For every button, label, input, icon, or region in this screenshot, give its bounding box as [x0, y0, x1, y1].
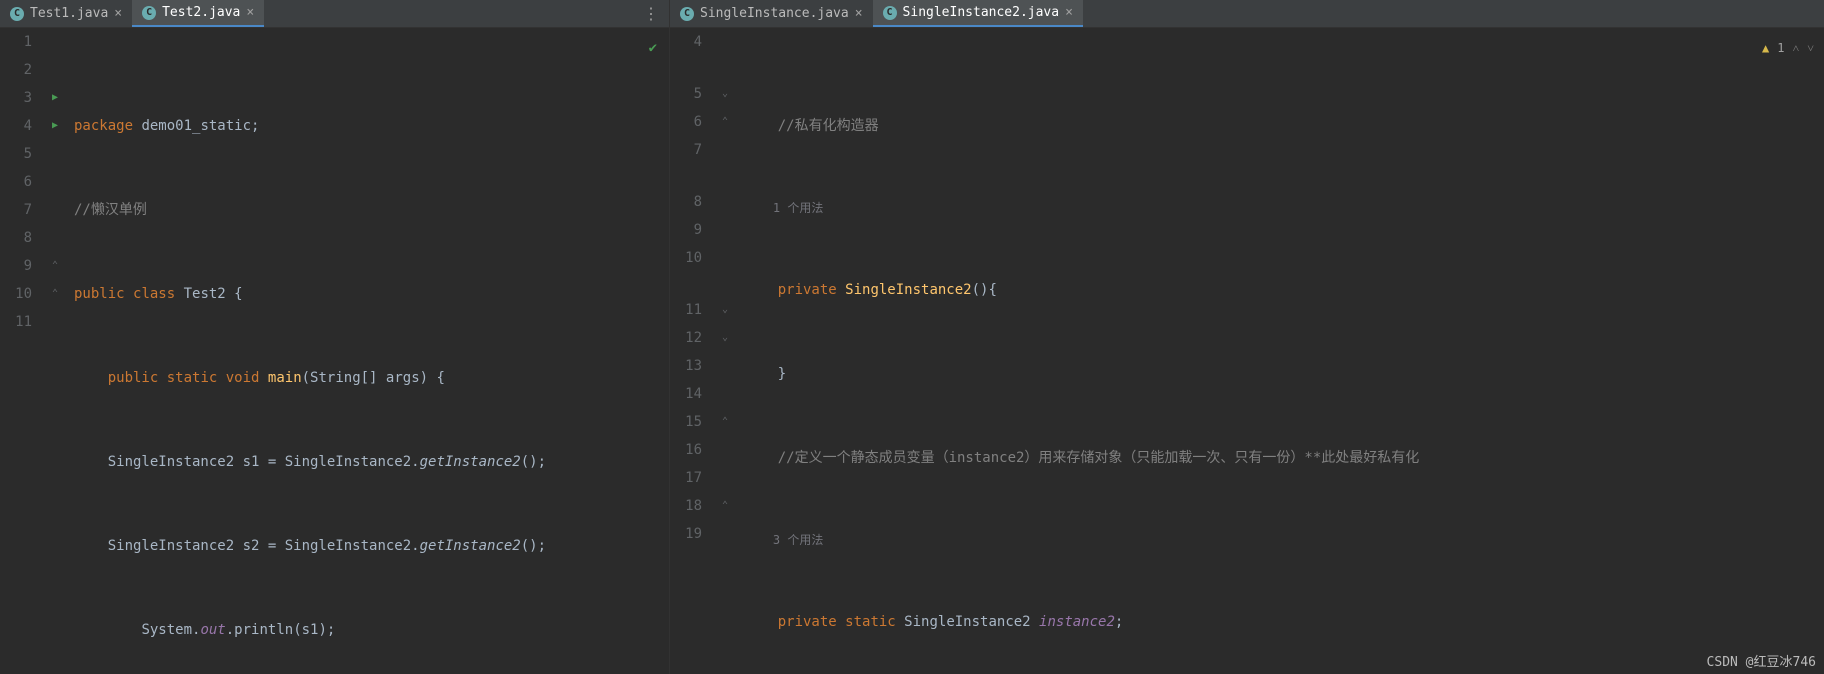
fold-icon[interactable]: ⌃: [710, 108, 740, 136]
more-icon[interactable]: ⋮: [633, 4, 669, 23]
tab-singleinstance2[interactable]: C SingleInstance2.java ×: [873, 0, 1083, 27]
java-class-icon: C: [142, 6, 156, 20]
run-gutter: ▶ ▶ ⌃ ⌃: [40, 28, 70, 674]
close-icon[interactable]: ×: [1065, 5, 1073, 20]
run-icon[interactable]: ▶: [52, 84, 58, 112]
tab-test2[interactable]: C Test2.java ×: [132, 0, 264, 27]
usage-hint[interactable]: 3 个用法: [740, 528, 1824, 552]
watermark: CSDN @红豆冰746: [1707, 651, 1816, 670]
line-gutter: 1234567891011: [0, 28, 40, 674]
inspection-widget[interactable]: ▲ 1 ˄ ˅: [1762, 34, 1814, 62]
run-icon[interactable]: ▶: [52, 112, 58, 140]
tab-test1[interactable]: C Test1.java ×: [0, 0, 132, 27]
tab-label: SingleInstance2.java: [903, 5, 1060, 20]
tab-singleinstance[interactable]: C SingleInstance.java ×: [670, 0, 873, 27]
tab-label: Test2.java: [162, 5, 240, 20]
tab-label: Test1.java: [30, 6, 108, 21]
java-class-icon: C: [883, 6, 897, 20]
warning-count: 1: [1777, 34, 1784, 62]
check-icon: ✔: [649, 34, 657, 62]
tabs-left: C Test1.java × C Test2.java × ⋮: [0, 0, 669, 28]
tab-label: SingleInstance.java: [700, 6, 849, 21]
fold-icon[interactable]: ⌄: [710, 80, 740, 108]
line-gutter: 4 567 8910 111213141516171819: [670, 28, 710, 674]
fold-icon[interactable]: ⌄: [710, 324, 740, 352]
fold-icon[interactable]: ⌃: [710, 492, 740, 520]
code-area-right[interactable]: ▲ 1 ˄ ˅ //私有化构造器 1 个用法 private SingleIns…: [740, 28, 1824, 674]
fold-icon[interactable]: ⌃: [40, 252, 70, 280]
close-icon[interactable]: ×: [114, 6, 122, 21]
java-class-icon: C: [10, 7, 24, 21]
editor-body-right[interactable]: 4 567 8910 111213141516171819 ⌄ ⌃ ⌄ ⌄ ⌃ …: [670, 28, 1824, 674]
usage-hint[interactable]: 1 个用法: [740, 196, 1824, 220]
close-icon[interactable]: ×: [855, 6, 863, 21]
close-icon[interactable]: ×: [246, 5, 254, 20]
fold-gutter: ⌄ ⌃ ⌄ ⌄ ⌃ ⌃: [710, 28, 740, 674]
editor-body-left[interactable]: 1234567891011 ▶ ▶ ⌃ ⌃ ✔ package demo01_s…: [0, 28, 669, 674]
code-area-left[interactable]: ✔ package demo01_static; //懒汉单例 public c…: [70, 28, 669, 674]
fold-icon[interactable]: ⌄: [710, 296, 740, 324]
tabs-right: C SingleInstance.java × C SingleInstance…: [670, 0, 1824, 28]
right-editor-pane: C SingleInstance.java × C SingleInstance…: [670, 0, 1824, 674]
fold-icon[interactable]: ⌃: [40, 280, 70, 308]
scrollbar[interactable]: [1812, 28, 1824, 674]
chevron-up-icon[interactable]: ˄: [1792, 34, 1799, 62]
warning-icon: ▲: [1762, 34, 1769, 62]
java-class-icon: C: [680, 7, 694, 21]
fold-icon[interactable]: ⌃: [710, 408, 740, 436]
left-editor-pane: C Test1.java × C Test2.java × ⋮ 12345678…: [0, 0, 670, 674]
